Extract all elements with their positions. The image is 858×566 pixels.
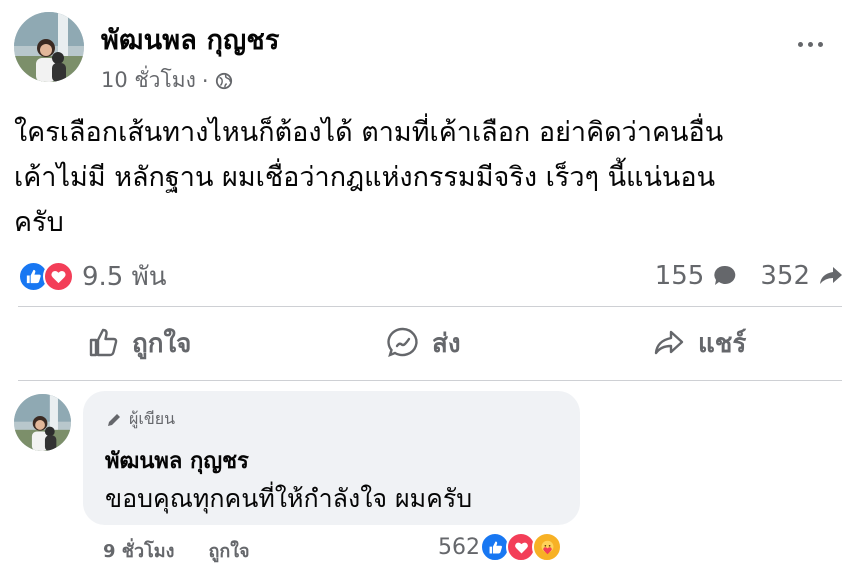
post-text: ใครเลือกเส้นทางไหนก็ต้องได้ ตามที่เค้าเล… xyxy=(14,117,724,238)
thumbs-up-icon xyxy=(89,328,118,357)
more-dots-icon xyxy=(808,41,813,47)
love-reaction-icon xyxy=(43,260,74,292)
comment-time[interactable]: 9 ชั่วโมง xyxy=(103,536,174,565)
like-label: ถูกใจ xyxy=(132,328,192,359)
reaction-count[interactable]: 9.5 พัน xyxy=(82,256,167,297)
reaction-summary[interactable]: 9.5 พัน xyxy=(18,258,167,294)
author-avatar[interactable] xyxy=(14,12,84,82)
more-dots-icon xyxy=(818,41,823,47)
author-name[interactable]: พัฒนพล กุญชร xyxy=(101,18,280,61)
author-badge-label: ผู้เขียน xyxy=(129,409,176,428)
comment-bubble: ผู้เขียน พัฒนพล กุญชร ขอบคุณทุกคนที่ให้ก… xyxy=(83,391,580,525)
comment-footer: 9 ชั่วโมง ถูกใจ xyxy=(103,536,250,565)
post-time[interactable]: 10 ชั่วโมง xyxy=(101,64,196,97)
divider xyxy=(18,306,842,307)
more-dots-icon xyxy=(798,41,803,47)
share-button[interactable]: แชร์ xyxy=(652,318,746,368)
comment-text: ขอบคุณทุกคนที่ให้กำลังใจ ผมครับ xyxy=(105,484,473,513)
comment-like-button[interactable]: ถูกใจ xyxy=(208,536,249,565)
divider xyxy=(18,380,842,381)
care-reaction-icon xyxy=(532,532,562,562)
share-count[interactable]: 352 xyxy=(760,261,810,291)
author-badge: ผู้เขียน xyxy=(105,407,175,432)
like-button[interactable]: ถูกใจ xyxy=(86,318,191,368)
engagement-stats: 155 352 xyxy=(655,258,844,294)
post-meta: 10 ชั่วโมง · xyxy=(101,64,233,97)
more-options-button[interactable] xyxy=(798,34,830,54)
share-icon xyxy=(654,330,684,355)
comment-bubble-icon xyxy=(714,265,736,285)
share-arrow-icon xyxy=(820,267,842,284)
comment-reactions[interactable]: 562 xyxy=(438,530,562,564)
send-label: ส่ง xyxy=(432,328,461,359)
globe-icon xyxy=(215,72,232,89)
comment-count[interactable]: 155 xyxy=(655,261,705,291)
messenger-icon xyxy=(387,327,418,358)
comment-reaction-count: 562 xyxy=(438,534,480,560)
send-button[interactable]: ส่ง xyxy=(386,318,461,368)
comment-author[interactable]: พัฒนพล กุญชร xyxy=(105,443,249,478)
pencil-icon xyxy=(108,413,120,426)
meta-separator: · xyxy=(201,68,209,93)
commenter-avatar[interactable] xyxy=(14,394,71,451)
share-label: แชร์ xyxy=(698,328,747,359)
